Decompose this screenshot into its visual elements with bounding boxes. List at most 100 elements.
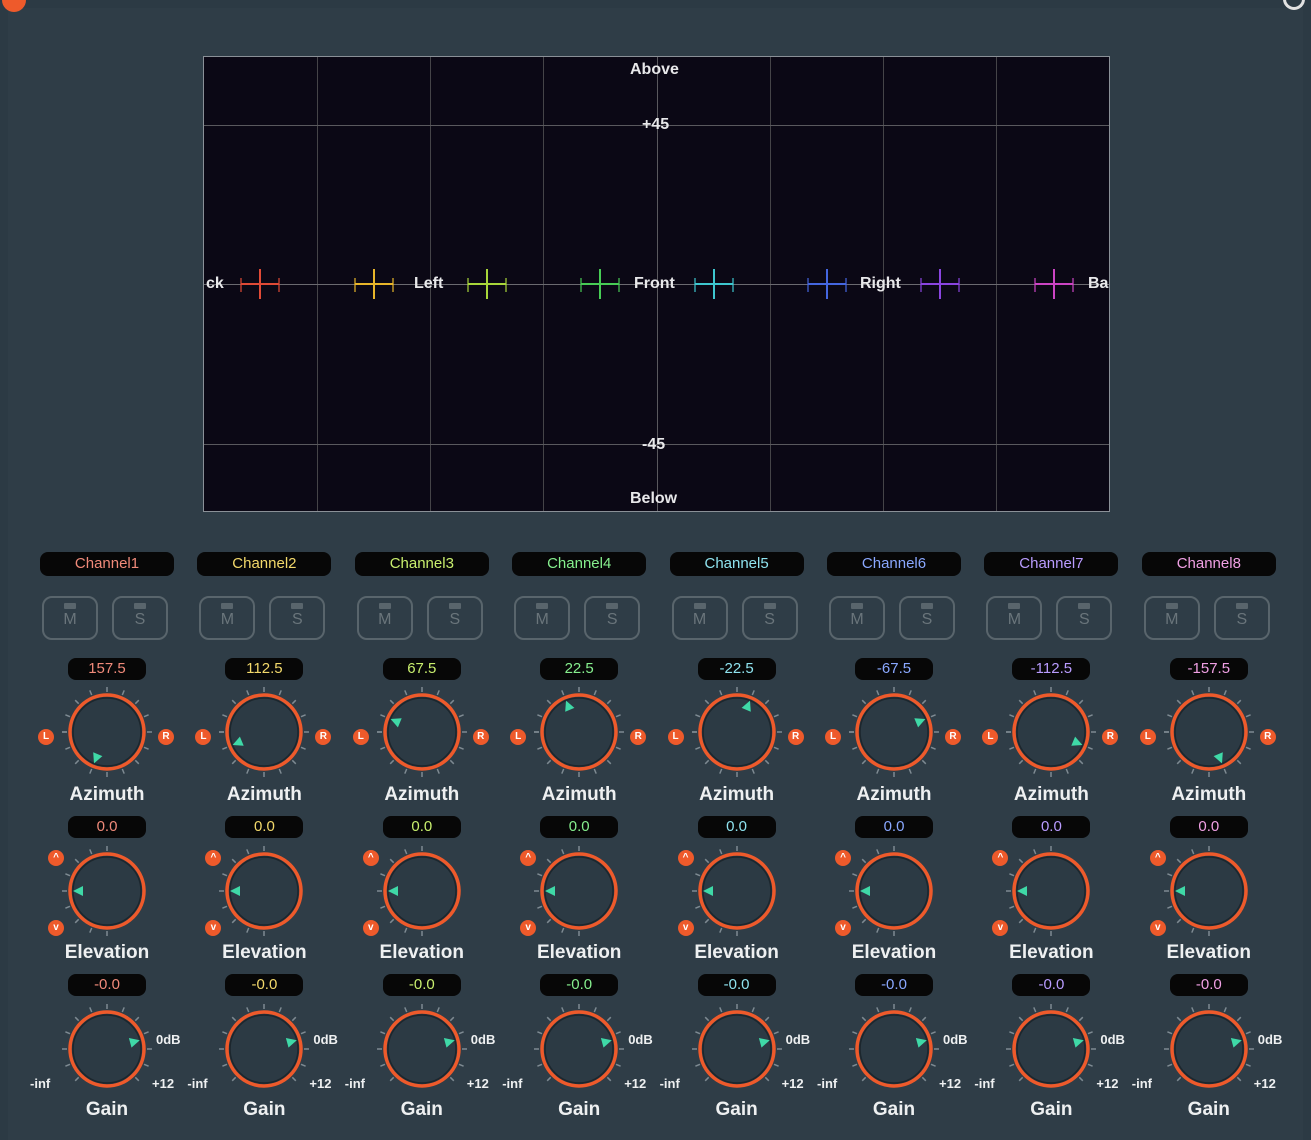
azimuth-knob[interactable]	[849, 687, 939, 777]
azimuth-knob[interactable]	[62, 687, 152, 777]
gain-label: Gain	[872, 1099, 916, 1120]
solo-button[interactable]: S	[1213, 596, 1270, 640]
channel-name[interactable]: Channel3	[354, 552, 489, 576]
gain-value[interactable]: -0.0	[382, 974, 461, 996]
channel-name[interactable]: Channel7	[984, 552, 1119, 576]
label-below: Below	[630, 490, 678, 507]
azimuth-knob[interactable]	[1006, 687, 1097, 777]
source-marker[interactable]	[354, 269, 393, 299]
channel-name[interactable]: Channel5	[669, 552, 804, 576]
source-marker[interactable]	[241, 269, 280, 299]
solo-button[interactable]: S	[584, 596, 641, 640]
solo-led	[1235, 603, 1248, 609]
elevation-knob[interactable]	[1162, 844, 1256, 938]
gain-value[interactable]: -0.0	[1012, 974, 1091, 996]
gain-value[interactable]: -0.0	[68, 974, 146, 996]
spread-tick	[693, 278, 696, 292]
azimuth-value[interactable]: 112.5	[225, 658, 304, 680]
azimuth-knob[interactable]	[219, 687, 310, 777]
gain-value[interactable]: -0.0	[855, 974, 933, 996]
azimuth-knob[interactable]	[534, 687, 625, 777]
channel-name[interactable]: Channel4	[512, 552, 647, 576]
gain-knob[interactable]	[375, 1002, 469, 1096]
label-front: Front	[634, 275, 675, 292]
mute-button[interactable]: M	[986, 596, 1043, 640]
elevation-value[interactable]: 0.0	[855, 816, 933, 838]
mute-button[interactable]: M	[1143, 596, 1200, 640]
azimuth-value[interactable]: -157.5	[1169, 658, 1248, 680]
mute-button[interactable]: M	[356, 596, 413, 640]
elevation-knob[interactable]	[1004, 844, 1098, 938]
elevation-value[interactable]: 0.0	[382, 816, 461, 838]
gain-value[interactable]: -0.0	[540, 974, 619, 996]
elevation-value[interactable]: 0.0	[1012, 816, 1091, 838]
azimuth-value[interactable]: -67.5	[855, 658, 933, 680]
gain-value[interactable]: -0.0	[225, 974, 304, 996]
azimuth-knob[interactable]	[376, 687, 467, 777]
source-marker[interactable]	[581, 269, 620, 299]
power-icon[interactable]	[2, 0, 26, 12]
source-marker[interactable]	[1034, 269, 1073, 299]
solo-button[interactable]: S	[112, 596, 168, 640]
mute-button[interactable]: M	[671, 596, 728, 640]
channel-name[interactable]: Channel1	[40, 552, 174, 576]
mute-button[interactable]: M	[199, 596, 256, 640]
gain-knob[interactable]	[1004, 1002, 1098, 1096]
gain-knob[interactable]	[1162, 1002, 1256, 1096]
source-marker[interactable]	[808, 269, 847, 299]
mute-button[interactable]: M	[829, 596, 885, 640]
elevation-value[interactable]: 0.0	[697, 816, 776, 838]
azimuth-knob[interactable]	[691, 687, 782, 777]
solo-led	[291, 603, 304, 609]
gain-knob[interactable]	[60, 1002, 154, 1096]
mute-led	[536, 603, 549, 609]
spread-tick	[920, 278, 923, 292]
gain-knob[interactable]	[690, 1002, 784, 1096]
panner-display[interactable]: Above +45 -45 Below ck Left Front Right …	[203, 56, 1110, 512]
elevation-knob[interactable]	[690, 844, 784, 938]
gain-min-label: -inf	[659, 1076, 680, 1091]
azimuth-value[interactable]: 157.5	[68, 658, 146, 680]
elevation-value[interactable]: 0.0	[1169, 816, 1248, 838]
solo-button[interactable]: S	[1056, 596, 1113, 640]
elevation-value[interactable]: 0.0	[225, 816, 304, 838]
gain-knob[interactable]	[847, 1002, 941, 1096]
azimuth-knob[interactable]	[1163, 687, 1254, 777]
gain-knob[interactable]	[532, 1002, 626, 1096]
gain-min-label: -inf	[1131, 1076, 1153, 1091]
elevation-knob[interactable]	[847, 844, 941, 938]
azimuth-value[interactable]: -22.5	[697, 658, 776, 680]
channel-name[interactable]: Channel6	[827, 552, 961, 576]
left-tag: L	[667, 729, 684, 745]
mute-button[interactable]: M	[514, 596, 571, 640]
elevation-value[interactable]: 0.0	[540, 816, 619, 838]
gain-label: Gain	[1187, 1099, 1230, 1120]
gain-knob[interactable]	[217, 1002, 311, 1096]
gain-value[interactable]: -0.0	[1169, 974, 1248, 996]
elevation-knob[interactable]	[532, 844, 626, 938]
source-marker[interactable]	[467, 269, 506, 299]
source-marker[interactable]	[921, 269, 960, 299]
source-marker[interactable]	[694, 269, 733, 299]
channel-name[interactable]: Channel8	[1141, 552, 1276, 576]
gain-zero-label: 0dB	[156, 1032, 181, 1047]
label-above: Above	[630, 61, 679, 78]
elevation-knob[interactable]	[217, 844, 311, 938]
solo-button[interactable]: S	[269, 596, 326, 640]
gain-value[interactable]: -0.0	[697, 974, 776, 996]
azimuth-value[interactable]: -112.5	[1012, 658, 1091, 680]
azimuth-value[interactable]: 67.5	[382, 658, 461, 680]
settings-icon[interactable]	[1283, 0, 1305, 10]
solo-button[interactable]: S	[426, 596, 483, 640]
gain-max-label: +12	[152, 1076, 175, 1091]
solo-button[interactable]: S	[899, 596, 955, 640]
azimuth-value[interactable]: 22.5	[540, 658, 619, 680]
elevation-value[interactable]: 0.0	[68, 816, 146, 838]
solo-led	[1078, 603, 1091, 609]
mute-button[interactable]: M	[42, 596, 98, 640]
elevation-knob[interactable]	[60, 844, 154, 938]
mute-label: M	[535, 611, 549, 628]
channel-name[interactable]: Channel2	[197, 552, 332, 576]
elevation-knob[interactable]	[375, 844, 469, 938]
solo-button[interactable]: S	[741, 596, 798, 640]
